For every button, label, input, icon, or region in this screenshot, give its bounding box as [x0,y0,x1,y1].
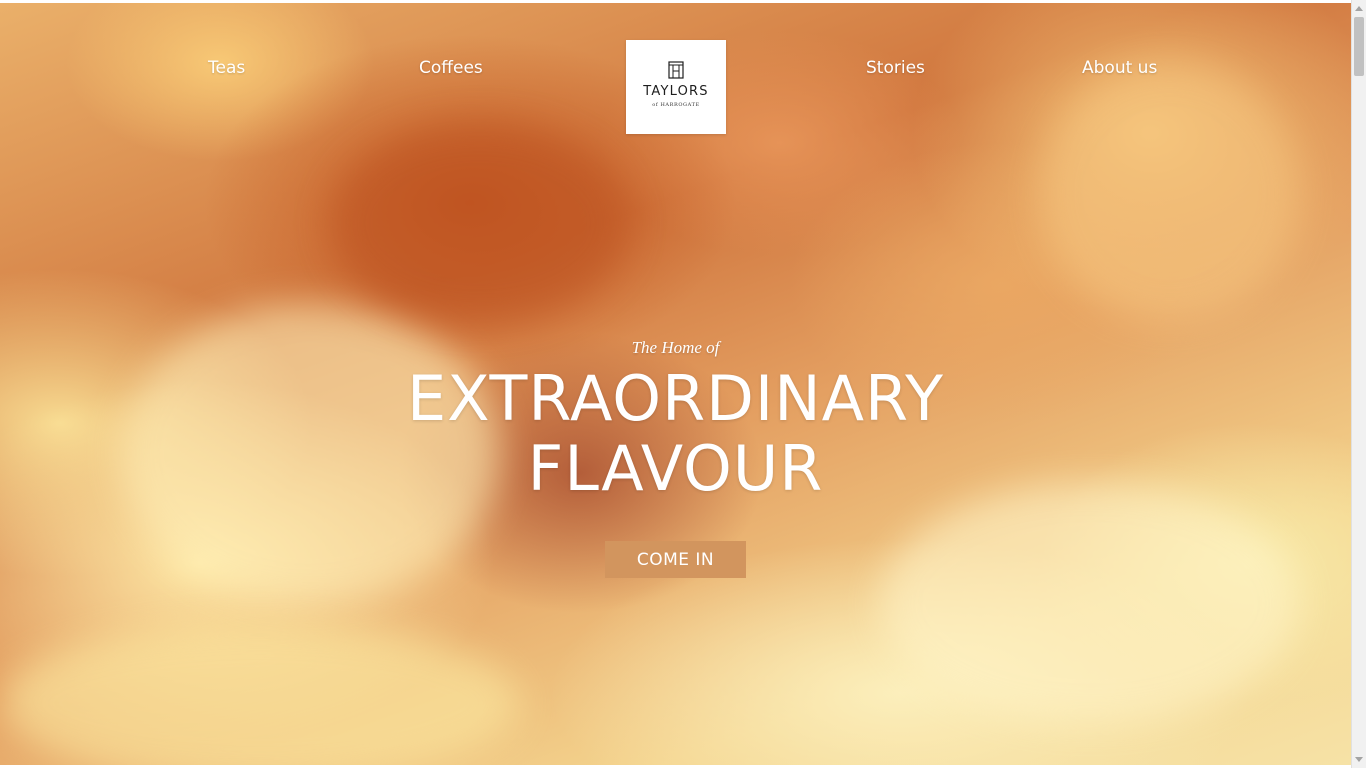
hero-title-line-2: FLAVOUR [527,432,824,505]
nav-link-stories[interactable]: Stories [866,58,925,78]
taylors-logo[interactable]: TAYLORS of HARROGATE [626,40,726,134]
logo-subline: of HARROGATE [652,102,700,108]
nav-link-teas[interactable]: Teas [208,58,245,78]
logo-wordmark: TAYLORS [643,84,709,99]
scroll-down-arrow-icon[interactable] [1355,757,1363,762]
hero-section: The Home of EXTRAORDINARY FLAVOUR [0,338,1351,504]
nav-link-about-us[interactable]: About us [1082,58,1157,78]
ink-swirl-decoration [330,123,630,323]
page-scrollbar[interactable] [1351,0,1366,768]
building-emblem-icon [668,61,684,79]
hero-kicker: The Home of [631,338,720,357]
ink-swirl-decoration [880,483,1300,723]
hero-title-line-1: EXTRAORDINARY [406,362,944,435]
nav-link-coffees[interactable]: Coffees [419,58,483,78]
scroll-up-arrow-icon[interactable] [1355,6,1363,11]
come-in-button[interactable]: COME IN [605,541,746,578]
ink-swirl-decoration [1040,63,1300,323]
ink-swirl-decoration [0,623,520,765]
hero-title: EXTRAORDINARY FLAVOUR [0,364,1351,504]
scrollbar-thumb[interactable] [1354,17,1364,76]
